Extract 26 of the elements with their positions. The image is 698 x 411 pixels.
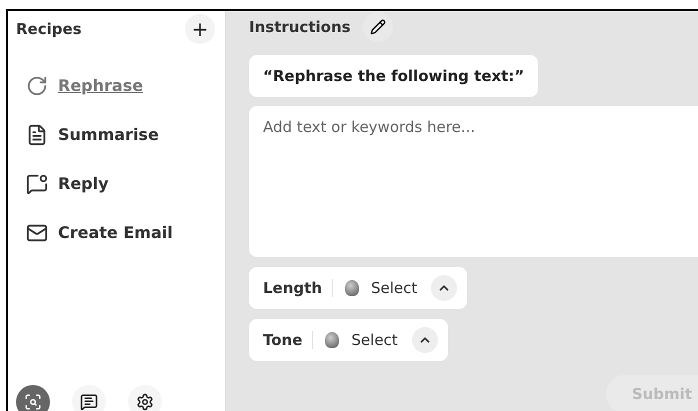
edit-button[interactable] <box>362 12 393 42</box>
settings-icon <box>136 393 154 411</box>
sidebar-title: Recipes <box>16 20 82 38</box>
recipe-item[interactable]: Rephrase <box>26 67 215 104</box>
text-input-field[interactable]: Add text or keywords here... <box>249 106 698 258</box>
scan-button[interactable] <box>16 385 50 411</box>
refresh-icon <box>26 74 48 96</box>
document-icon <box>26 124 48 146</box>
chat-button[interactable] <box>72 385 106 411</box>
instructions-title: Instructions <box>249 18 351 36</box>
add-button[interactable]: + <box>185 14 215 44</box>
chat-icon <box>80 393 98 411</box>
settings-button[interactable] <box>128 385 162 411</box>
recipe-item[interactable]: Summarise <box>26 116 215 153</box>
chat-bubble-icon <box>26 172 48 194</box>
scan-icon <box>24 393 42 411</box>
select-dropdown[interactable]: Select <box>371 275 458 302</box>
option-label: Tone <box>263 331 314 350</box>
pencil-icon <box>370 19 386 35</box>
option-label: Length <box>263 279 333 298</box>
orb-icon <box>325 332 340 348</box>
recipe-item[interactable]: Create Email <box>26 214 215 251</box>
prompt-text: “Rephrase the following text:” <box>249 55 538 97</box>
recipe-item[interactable]: Reply <box>26 165 215 202</box>
select-dropdown[interactable]: Select <box>351 327 438 354</box>
orb-icon <box>345 280 359 296</box>
